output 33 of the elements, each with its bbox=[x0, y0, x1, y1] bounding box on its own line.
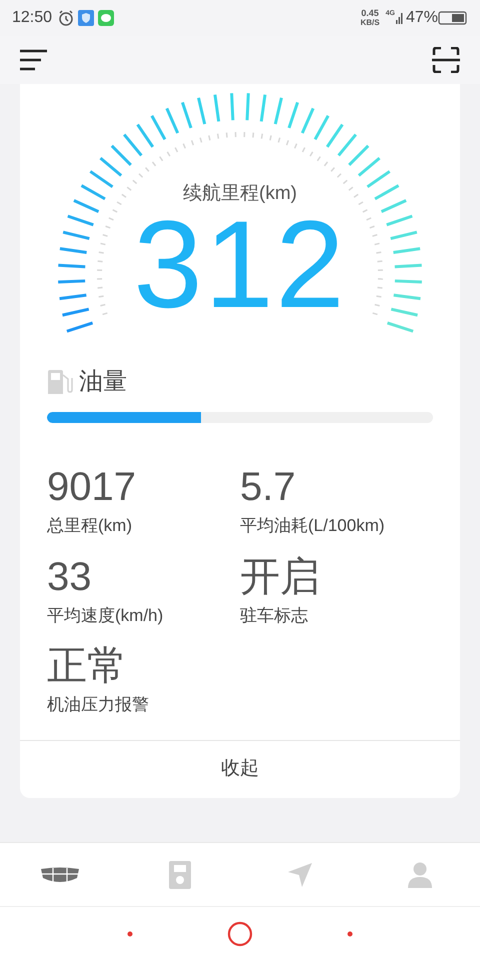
range-label: 续航里程(km) bbox=[183, 182, 297, 206]
fuel-pump-icon bbox=[47, 369, 73, 395]
home-key-icon[interactable] bbox=[227, 920, 253, 946]
stat-value: 开启 bbox=[240, 554, 321, 600]
menu-icon[interactable] bbox=[20, 49, 48, 71]
shield-app-icon bbox=[78, 10, 94, 26]
recent-key-icon[interactable] bbox=[347, 930, 353, 936]
stat-value: 正常 bbox=[47, 643, 128, 690]
stat-label: 驻车标志 bbox=[240, 604, 309, 626]
back-key-icon[interactable] bbox=[127, 930, 133, 936]
message-app-icon bbox=[98, 10, 114, 26]
net-speed-unit: KB/S bbox=[360, 18, 380, 27]
stat-label: 平均油耗(L/100km) bbox=[240, 515, 386, 537]
range-value: 312 bbox=[134, 208, 346, 320]
navigation-icon bbox=[287, 862, 313, 888]
stat-label: 机油压力报警 bbox=[47, 694, 150, 716]
stat-label: 总里程(km) bbox=[47, 515, 133, 537]
fuel-label: 油量 bbox=[79, 367, 127, 397]
signal-icon bbox=[396, 12, 404, 24]
net-speed-value: 0.45 bbox=[361, 9, 379, 18]
alarm-icon bbox=[58, 10, 74, 26]
stat-value: 5.7 bbox=[240, 464, 297, 511]
grille-icon bbox=[40, 866, 80, 884]
device-icon bbox=[169, 860, 191, 888]
stat-label: 平均速度(km/h) bbox=[47, 604, 164, 626]
stat-value: 9017 bbox=[47, 464, 137, 511]
battery-percent: 47% bbox=[406, 8, 438, 28]
battery-icon bbox=[438, 11, 468, 25]
user-icon bbox=[408, 862, 432, 888]
status-time: 12:50 bbox=[12, 8, 52, 28]
stat-value: 33 bbox=[47, 554, 92, 600]
collapse-button[interactable]: 收起 bbox=[20, 740, 460, 798]
scan-icon[interactable] bbox=[432, 47, 460, 73]
